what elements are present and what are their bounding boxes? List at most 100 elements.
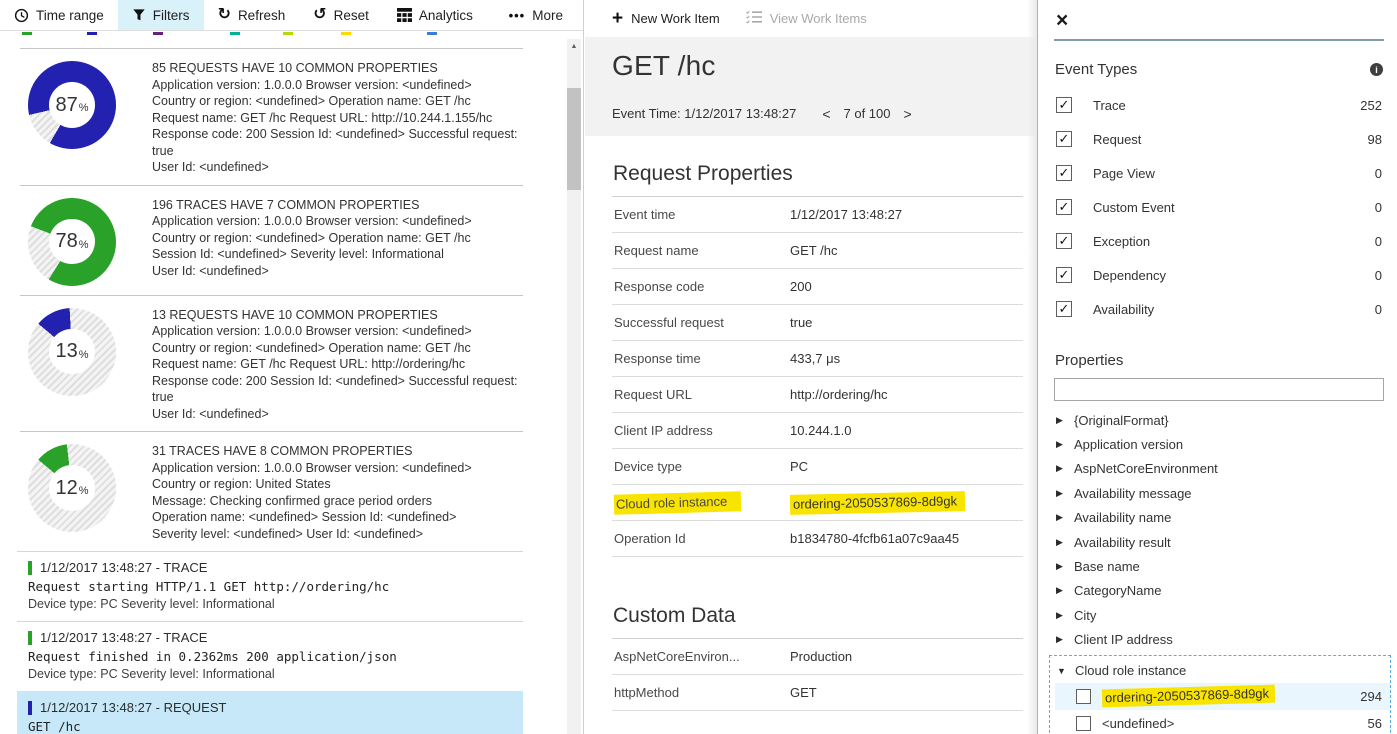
- checkbox[interactable]: [1076, 689, 1091, 704]
- results-list: 87% 85 REQUESTS HAVE 10 COMMON PROPERTIE…: [0, 39, 567, 734]
- property-value-row[interactable]: ordering-2050537869-8d9gk 294: [1055, 683, 1390, 710]
- event-type-count: 0: [1375, 166, 1384, 181]
- donut-chart: 12%: [28, 444, 116, 532]
- property-filter-item[interactable]: ▶ Client IP address: [1054, 628, 1384, 652]
- insight-card[interactable]: 87% 85 REQUESTS HAVE 10 COMMON PROPERTIE…: [20, 48, 523, 185]
- property-filter-item[interactable]: ▼ Cloud role instance: [1055, 659, 1390, 683]
- log-detail: Device type: PC Severity level: Informat…: [28, 666, 523, 683]
- checkbox[interactable]: ✓: [1056, 165, 1072, 181]
- log-message: Request finished in 0.2362ms 200 applica…: [28, 648, 523, 665]
- checkbox[interactable]: ✓: [1056, 131, 1072, 147]
- filter-icon: [132, 8, 146, 22]
- close-icon[interactable]: ×: [1056, 10, 1076, 31]
- filters-button[interactable]: Filters: [118, 0, 204, 30]
- property-filter-item[interactable]: ▶ City: [1054, 603, 1384, 627]
- left-toolbar: Time range Filters ↻ Refresh ↺ Reset A: [0, 0, 583, 31]
- property-row: Request name GET /hc: [612, 233, 1023, 269]
- event-type-row[interactable]: ✓ Trace 252: [1054, 88, 1384, 122]
- checkbox[interactable]: ✓: [1056, 267, 1072, 283]
- property-value-row[interactable]: <undefined> 56: [1055, 710, 1390, 734]
- reset-button[interactable]: ↺ Reset: [299, 0, 383, 30]
- property-label: Successful request: [612, 315, 790, 330]
- property-filter-item[interactable]: ▶ CategoryName: [1054, 579, 1384, 603]
- scroll-up-icon[interactable]: ▲: [567, 39, 581, 54]
- event-type-count: 98: [1368, 132, 1384, 147]
- log-entry[interactable]: 1/12/2017 13:48:27 - REQUEST GET /hc Req…: [17, 691, 523, 734]
- checkbox[interactable]: ✓: [1056, 97, 1072, 113]
- property-value-label: ordering-2050537869-8d9gk: [1102, 687, 1275, 705]
- checkbox[interactable]: ✓: [1056, 301, 1072, 317]
- analytics-grid-icon: [397, 8, 412, 22]
- property-filter-item[interactable]: ▶ {OriginalFormat}: [1054, 408, 1384, 432]
- refresh-button[interactable]: ↻ Refresh: [204, 0, 300, 30]
- event-type-count: 0: [1375, 302, 1384, 317]
- event-type-list: ✓ Trace 252 ✓ Request 98 ✓ Page View 0 ✓…: [1054, 88, 1384, 326]
- view-work-items-button[interactable]: View Work Items: [746, 10, 867, 27]
- checkbox[interactable]: ✓: [1056, 233, 1072, 249]
- chevron-right-icon: ▶: [1054, 512, 1074, 523]
- checklist-icon: [746, 10, 762, 27]
- chevron-right-icon: ▶: [1054, 561, 1074, 572]
- property-label: Response code: [612, 279, 790, 294]
- event-type-row[interactable]: ✓ Exception 0: [1054, 224, 1384, 258]
- app-root: Time range Filters ↻ Refresh ↺ Reset A: [0, 0, 1397, 734]
- event-type-label: Page View: [1093, 166, 1155, 181]
- reset-icon: ↺: [313, 7, 326, 23]
- property-filter-item[interactable]: ▶ Availability message: [1054, 481, 1384, 505]
- property-label: Request URL: [612, 387, 790, 402]
- insight-properties: Application version: 1.0.0.0 Browser ver…: [152, 323, 523, 422]
- property-filter-item[interactable]: ▶ Availability name: [1054, 506, 1384, 530]
- insight-card[interactable]: 78% 196 TRACES HAVE 7 COMMON PROPERTIES …: [20, 185, 523, 295]
- event-type-row[interactable]: ✓ Page View 0: [1054, 156, 1384, 190]
- property-label: Response time: [612, 351, 790, 366]
- view-work-items-label: View Work Items: [770, 11, 867, 26]
- property-label: Operation Id: [612, 531, 790, 546]
- new-work-item-button[interactable]: + New Work Item: [612, 9, 720, 28]
- property-filter-list: ▶ {OriginalFormat} ▶ Application version…: [1054, 408, 1384, 734]
- checkbox[interactable]: ✓: [1056, 199, 1072, 215]
- log-message: GET /hc: [28, 718, 523, 734]
- scrollbar-thumb[interactable]: [567, 88, 581, 190]
- property-value: true: [790, 315, 812, 330]
- insight-title: 31 TRACES HAVE 8 COMMON PROPERTIES: [152, 443, 523, 460]
- panel-divider: [1054, 39, 1384, 41]
- left-scrollbar[interactable]: ▲: [567, 39, 581, 734]
- event-type-row[interactable]: ✓ Request 98: [1054, 122, 1384, 156]
- checkbox[interactable]: [1076, 716, 1091, 731]
- property-value: http://ordering/hc: [790, 387, 888, 402]
- event-type-row[interactable]: ✓ Availability 0: [1054, 292, 1384, 326]
- insight-card[interactable]: 13% 13 REQUESTS HAVE 10 COMMON PROPERTIE…: [20, 295, 523, 432]
- event-type-count: 0: [1375, 234, 1384, 249]
- insight-properties: Application version: 1.0.0.0 Browser ver…: [152, 77, 523, 176]
- property-filter-label: Base name: [1074, 559, 1140, 574]
- property-label: Client IP address: [612, 423, 790, 438]
- time-range-button[interactable]: Time range: [0, 0, 118, 30]
- chevron-left-icon[interactable]: <: [822, 107, 830, 121]
- properties-search-input[interactable]: [1054, 378, 1384, 401]
- event-type-row[interactable]: ✓ Dependency 0: [1054, 258, 1384, 292]
- info-icon[interactable]: i: [1370, 63, 1383, 76]
- log-entry[interactable]: 1/12/2017 13:48:27 - TRACE Request start…: [17, 551, 523, 621]
- property-row: Response time 433,7 μs: [612, 341, 1023, 377]
- property-value-count: 294: [1360, 689, 1390, 704]
- event-type-label: Trace: [1093, 98, 1126, 113]
- detail-section: Custom Data AspNetCoreEnviron... Product…: [612, 598, 1023, 711]
- property-value: b1834780-4fcfb61a07c9aa45: [790, 531, 959, 546]
- log-entry[interactable]: 1/12/2017 13:48:27 - TRACE Request finis…: [17, 621, 523, 691]
- event-type-row[interactable]: ✓ Custom Event 0: [1054, 190, 1384, 224]
- insight-card[interactable]: 12% 31 TRACES HAVE 8 COMMON PROPERTIES A…: [20, 431, 523, 551]
- property-filter-item[interactable]: ▶ Availability result: [1054, 530, 1384, 554]
- property-label: httpMethod: [612, 685, 790, 700]
- insight-title: 13 REQUESTS HAVE 10 COMMON PROPERTIES: [152, 307, 523, 324]
- property-filter-item[interactable]: ▶ Application version: [1054, 432, 1384, 456]
- property-filter-item[interactable]: ▶ AspNetCoreEnvironment: [1054, 457, 1384, 481]
- analytics-button[interactable]: Analytics: [383, 0, 487, 30]
- property-value: 10.244.1.0: [790, 423, 851, 438]
- severity-color-bar: [28, 561, 32, 575]
- property-filter-item[interactable]: ▶ Base name: [1054, 554, 1384, 578]
- pager-position: 7 of 100: [844, 106, 891, 121]
- more-button[interactable]: ••• More: [495, 0, 583, 30]
- property-filter-label: City: [1074, 608, 1096, 623]
- property-filter-label: Client IP address: [1074, 632, 1173, 647]
- chevron-right-icon[interactable]: >: [904, 107, 912, 121]
